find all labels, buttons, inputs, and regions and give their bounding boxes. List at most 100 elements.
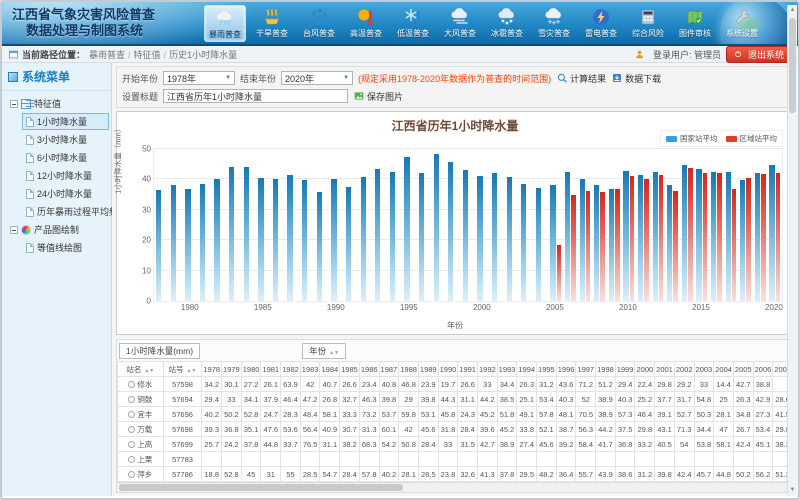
radio-icon[interactable] xyxy=(128,426,135,433)
value-cell: 31.1 xyxy=(320,437,340,452)
x-tick-label: 1985 xyxy=(248,303,278,312)
table-row[interactable]: 铜鼓5769429.43334.137.946.447.226.832.746.… xyxy=(118,392,793,407)
value-cell: 57.8 xyxy=(537,407,557,422)
value-cell: 43.9 xyxy=(596,467,616,482)
breadcrumb-item[interactable]: 特征值 xyxy=(134,50,161,60)
blue-bar xyxy=(521,184,526,301)
table-row[interactable]: 宜丰5769640.250.252.824.728.348.458.133.37… xyxy=(118,407,793,422)
legend-item[interactable]: 区域站平均 xyxy=(726,133,778,144)
sun-thermo-icon xyxy=(356,7,376,27)
nav-item-lightning[interactable]: 雷电普查 xyxy=(580,5,622,42)
col-header-year: 2001 xyxy=(655,362,675,377)
col-header-year: 1998 xyxy=(596,362,616,377)
tree-item-label: 3小时降水量 xyxy=(37,133,87,146)
value-cell xyxy=(202,452,222,467)
nav-item-low-temp[interactable]: 低温普查 xyxy=(392,5,434,42)
nav-item-map-review[interactable]: 图件审核 xyxy=(674,5,716,42)
nav-item-system-settings[interactable]: 系统设置 xyxy=(721,5,763,42)
tree-item[interactable]: 24小时降水量 xyxy=(22,185,109,202)
app-title: 江西省气象灾害风险普查 数据处理与制图系统 xyxy=(12,7,155,39)
tree-group-product-drawing[interactable]: 产品图绘制 xyxy=(4,221,109,238)
value-cell: 40.3 xyxy=(615,392,635,407)
nav-item-drought[interactable]: 干旱普查 xyxy=(251,5,293,42)
breadcrumb-item[interactable]: 历史1小时降水量 xyxy=(169,50,237,60)
table-row[interactable]: 萍乡5778618.852.845315528.554.728.457.840.… xyxy=(118,467,793,482)
table-row[interactable]: 上栗57783 xyxy=(118,452,793,467)
breadcrumb-separator: / xyxy=(164,50,167,60)
value-cell: 26.7 xyxy=(733,422,753,437)
nav-item-snow[interactable]: 雪灾普查 xyxy=(533,5,575,42)
value-cell: 28.1 xyxy=(399,467,419,482)
vertical-scrollbar[interactable]: ▲ ▼ xyxy=(787,5,797,495)
vertical-scrollbar-thumb[interactable] xyxy=(789,18,796,113)
value-cell: 44.8 xyxy=(261,437,281,452)
calculate-button[interactable]: 计算结果 xyxy=(556,72,606,85)
tree-item[interactable]: 历年暴雨过程平均频次 xyxy=(22,203,109,220)
collapse-icon[interactable] xyxy=(10,226,18,234)
radio-icon[interactable] xyxy=(128,381,135,388)
table-scroll-area[interactable]: 站名站号197819791980198119821983198419851986… xyxy=(117,361,793,483)
tree-item[interactable]: 1小时降水量 xyxy=(22,113,109,130)
logout-button[interactable]: 退出系统 xyxy=(726,46,792,63)
col-header-station-id[interactable]: 站号 xyxy=(163,362,202,377)
table-row[interactable]: 万载5769839.336.835.147.653.656.440.930.73… xyxy=(118,422,793,437)
col-header-station[interactable]: 站名 xyxy=(118,362,164,377)
nav-item-label: 高温普查 xyxy=(350,28,382,39)
logout-label: 退出系统 xyxy=(748,48,784,61)
year-sort-control[interactable]: 年份 xyxy=(302,343,346,359)
chart-title-input[interactable] xyxy=(163,89,348,103)
nav-item-typhoon[interactable]: 台风普查 xyxy=(298,5,340,42)
radio-icon[interactable] xyxy=(128,456,135,463)
nav-item-comprehensive-risk[interactable]: 综合风险 xyxy=(627,5,669,42)
end-year-select[interactable]: 2020年▼ xyxy=(281,71,353,85)
tree-group-feature-values[interactable]: 特征值 xyxy=(4,95,109,112)
nav-item-hail[interactable]: 冰雹普查 xyxy=(486,5,528,42)
col-header-year: 2005 xyxy=(733,362,753,377)
download-button[interactable]: 数据下载 xyxy=(611,72,661,85)
table-row[interactable]: 上高5769925.724.237.844.833.776.531.138.26… xyxy=(118,437,793,452)
breadcrumb-item[interactable]: 暴雨普查 xyxy=(89,50,125,60)
horizontal-scrollbar-thumb[interactable] xyxy=(119,484,403,491)
legend-item[interactable]: 国家站平均 xyxy=(666,133,718,144)
value-cell: 63.9 xyxy=(281,377,301,392)
x-tick-label: 1980 xyxy=(175,303,205,312)
app-header: 江西省气象灾害风险普查 数据处理与制图系统 暴雨普查干旱普查台风普查高温普查低温… xyxy=(2,2,798,46)
blue-bar xyxy=(419,173,424,301)
value-cell: 26.6 xyxy=(340,377,360,392)
scroll-down-icon[interactable]: ▼ xyxy=(788,485,797,495)
value-cell: 38.8 xyxy=(753,377,773,392)
radio-icon[interactable] xyxy=(128,411,135,418)
nav-item-label: 冰雹普查 xyxy=(491,28,523,39)
tree-item[interactable]: 3小时降水量 xyxy=(22,131,109,148)
nav-item-high-temp[interactable]: 高温普查 xyxy=(345,5,387,42)
horizontal-scrollbar[interactable] xyxy=(117,482,793,492)
value-cell xyxy=(694,452,714,467)
tree-item[interactable]: 等值线绘图 xyxy=(22,239,109,256)
save-image-button[interactable]: 保存图片 xyxy=(353,90,403,103)
radio-icon[interactable] xyxy=(128,396,135,403)
value-cell xyxy=(320,452,340,467)
value-cell: 76.5 xyxy=(300,437,320,452)
blue-bar xyxy=(185,189,190,301)
document-icon xyxy=(26,117,34,127)
scroll-up-icon[interactable]: ▲ xyxy=(788,5,797,15)
value-cell: 34.2 xyxy=(202,377,222,392)
red-bar xyxy=(717,173,722,301)
start-year-select[interactable]: 1978年▼ xyxy=(163,71,235,85)
radio-icon[interactable] xyxy=(128,441,135,448)
nav-item-rainstorm[interactable]: 暴雨普查 xyxy=(204,5,246,42)
collapse-icon[interactable] xyxy=(10,100,18,108)
value-cell: 54 xyxy=(674,437,694,452)
table-controls: 1小时降水量(mm) 年份 xyxy=(117,340,793,361)
radio-icon[interactable] xyxy=(128,471,135,478)
tree-item[interactable]: 12小时降水量 xyxy=(22,167,109,184)
value-cell xyxy=(517,452,537,467)
red-bar xyxy=(615,189,620,301)
tree-item[interactable]: 6小时降水量 xyxy=(22,149,109,166)
value-cell xyxy=(655,452,675,467)
value-cell: 49.1 xyxy=(517,407,537,422)
map-icon xyxy=(685,7,705,27)
table-row[interactable]: 修水5759834.230.127.226.163.94240.726.623.… xyxy=(118,377,793,392)
nav-item-gale[interactable]: 大风普查 xyxy=(439,5,481,42)
value-cell: 46.4 xyxy=(281,392,301,407)
